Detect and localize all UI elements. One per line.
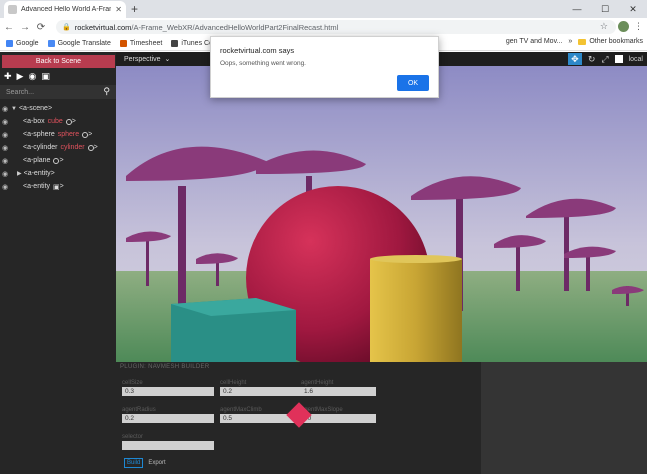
timesheet-icon (119, 39, 127, 47)
address-row: ← → ⟳ 🔒 rocketvirtual.com/A-Frame_WebXR/… (0, 18, 647, 36)
transform-tools: ✥ ↻ ⤢ local (567, 53, 643, 65)
rotate-icon[interactable]: ↻ (588, 54, 596, 65)
ok-button[interactable]: OK (397, 75, 429, 91)
back-icon[interactable]: ← (2, 22, 16, 33)
visibility-icon[interactable]: ◉ (2, 144, 8, 152)
translate-icon[interactable]: ✥ (567, 53, 582, 65)
scene-toolbar: ✚ ▶ ◉ ▣ (4, 71, 50, 82)
bookmark-item[interactable]: Google Translate (47, 39, 111, 47)
visibility-icon[interactable]: ◉ (2, 118, 8, 126)
camera-mode-select[interactable]: Perspective ⌄ (124, 55, 170, 63)
visibility-icon[interactable]: ◉ (2, 183, 8, 191)
avatar[interactable] (618, 21, 629, 32)
close-tab-icon[interactable]: ✕ (115, 5, 122, 14)
local-space-checkbox[interactable] (614, 55, 623, 63)
navmesh-header: PLUGIN: NAVMESH BUILDER (120, 364, 210, 370)
scene-graph-panel: Back to Scene ✚ ▶ ◉ ▣ Search... ⚲ ◉ ▼ <a-s… (0, 52, 116, 474)
visibility-icon[interactable]: ◉ (2, 170, 8, 178)
bookmark-item[interactable]: Timesheet (119, 39, 162, 47)
inspector-app: Back to Scene ✚ ▶ ◉ ▣ Search... ⚲ ◉ ▼ <a-s… (0, 52, 647, 474)
back-to-scene-button[interactable]: Back to Scene (2, 55, 115, 68)
folder-icon (578, 38, 587, 45)
address-bar[interactable]: 🔒 rocketvirtual.com/A-Frame_WebXR/Advanc… (56, 20, 616, 34)
tree-row-entity-camera[interactable]: ◉ <a-entity ▣ > (0, 180, 116, 193)
scale-icon[interactable]: ⤢ (601, 54, 608, 65)
entity-search[interactable]: Search... ⚲ (0, 85, 116, 99)
window-controls: — ☐ ✕ (563, 0, 647, 18)
scene-viewport[interactable] (116, 66, 647, 362)
bookmarks-right: gen TV and Mov... » Other bookmarks (501, 38, 643, 45)
field-agentheight: agentHeight 1.6 (301, 380, 376, 396)
google-icon (6, 39, 13, 47)
bookmark-star-icon[interactable]: ☆ (600, 21, 608, 32)
close-window-icon[interactable]: ✕ (619, 0, 647, 18)
more-menu-icon[interactable]: ⋮ (634, 21, 643, 32)
visibility-icon[interactable]: ◉ (2, 157, 8, 165)
agentradius-input[interactable]: 0.2 (122, 414, 214, 423)
tree-row-box[interactable]: ◉ <a-box cube > (0, 115, 116, 128)
tree-row-scene[interactable]: ◉ ▼ <a-scene> (0, 102, 116, 115)
cellsize-input[interactable]: 0.3 (122, 387, 214, 396)
apple-icon (171, 39, 179, 47)
export-button[interactable]: Export (147, 458, 166, 468)
cellheight-input[interactable]: 0.2 (220, 387, 312, 396)
cylinder-entity (370, 259, 462, 362)
build-button[interactable]: Build (124, 458, 144, 468)
visibility-icon[interactable]: ◉ (2, 105, 8, 113)
play-icon[interactable]: ▶ (17, 71, 24, 82)
new-tab-icon[interactable]: + (131, 2, 138, 16)
browser-titlebar: Advanced Hello World A-Frame ✕ + — ☐ ✕ (0, 0, 647, 18)
overflow-icon[interactable]: » (568, 38, 572, 45)
alert-dialog: rocketvirtual.com says Oops, something w… (210, 36, 439, 98)
search-icon[interactable]: ⚲ (103, 86, 110, 97)
reload-icon[interactable]: ⟳ (34, 22, 48, 33)
bookmark-partial[interactable]: gen TV and Mov... (506, 38, 563, 45)
add-entity-icon[interactable]: ✚ (4, 71, 12, 82)
dialog-message: Oops, something went wrong. (220, 60, 306, 67)
field-agentmaxslope: agentMaxSlope30 (301, 407, 376, 423)
entity-tree: ◉ ▼ <a-scene> ◉ <a-box cube > ◉ <a-sphere spher… (0, 102, 116, 193)
minimize-icon[interactable]: — (563, 0, 591, 18)
field-agentradius: agentRadius 0.2 (122, 407, 214, 423)
field-cellheight: cellHeight 0.2 (220, 380, 312, 396)
agentmaxslope-input[interactable]: 30 (301, 414, 376, 423)
browser-tab[interactable]: Advanced Hello World A-Frame ✕ (4, 1, 126, 18)
visibility-icon[interactable]: ◉ (2, 131, 8, 139)
tab-title: Advanced Hello World A-Frame (21, 6, 112, 13)
search-input[interactable]: Search... (6, 89, 34, 96)
field-selector: selector (122, 434, 214, 450)
collapse-arrow-icon[interactable]: ▼ (11, 106, 17, 112)
local-space-label: local (628, 55, 643, 63)
tree-row-plane[interactable]: ◉ <a-plane > (0, 154, 116, 167)
tree-row-entity[interactable]: ◉ ▶ <a-entity> (0, 167, 116, 180)
maximize-icon[interactable]: ☐ (591, 0, 619, 18)
field-cellsize: cellSize 0.3 (122, 380, 214, 396)
translate-icon (47, 39, 55, 47)
favicon-icon (8, 5, 17, 14)
other-bookmarks[interactable]: Other bookmarks (578, 38, 643, 45)
agentheight-input[interactable]: 1.6 (301, 387, 376, 396)
forward-icon[interactable]: → (18, 22, 32, 33)
navmesh-actions: Build Export (124, 458, 167, 468)
tree-row-cylinder[interactable]: ◉ <a-cylinder cylinder > (0, 141, 116, 154)
save-icon[interactable]: ▣ (41, 71, 50, 82)
camera-icon: ▣ (53, 183, 60, 191)
expand-arrow-icon[interactable]: ▶ (17, 170, 22, 177)
scene-render (116, 66, 647, 362)
dialog-title: rocketvirtual.com says (220, 46, 295, 55)
lock-icon: 🔒 (62, 24, 71, 31)
selector-input[interactable] (122, 441, 214, 450)
tree-row-sphere[interactable]: ◉ <a-sphere sphere > (0, 128, 116, 141)
url-text: rocketvirtual.com/A-Frame_WebXR/Advanced… (74, 22, 339, 32)
eye-toggle-icon[interactable]: ◉ (28, 71, 36, 82)
bookmark-item[interactable]: Google (6, 39, 39, 47)
right-bottom-panel (481, 362, 647, 474)
